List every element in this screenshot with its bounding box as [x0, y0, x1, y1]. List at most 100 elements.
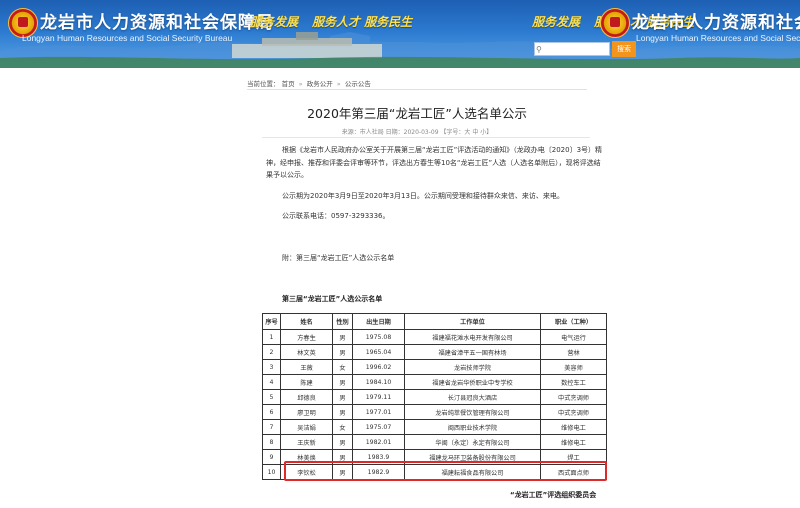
- table-cell: 男: [332, 434, 353, 450]
- table-cell: 8: [262, 434, 281, 450]
- table-cell: 龙岩纯萃餐饮管理有限公司: [404, 404, 541, 420]
- table-row: 10 李钦松男 1982.9 福建耘福食品有限公司 西式面点师: [262, 464, 607, 480]
- table-row: 3 王薇女 1996.02 龙岩技师学院 美容师: [262, 359, 607, 375]
- table-cell: 福建耘福食品有限公司: [404, 464, 541, 480]
- table-cell: 7: [262, 419, 281, 435]
- divider: [262, 137, 590, 138]
- table-cell: 营林: [540, 344, 607, 360]
- table-cell: 男: [332, 389, 353, 405]
- breadcrumb-prefix: 当前位置：: [247, 80, 280, 88]
- table-cell: 维修电工: [540, 434, 607, 450]
- contact-phone: 公示联系电话：0597-3293336。: [282, 212, 390, 220]
- breadcrumb: 当前位置： 首页 » 政务公开 » 公示公告: [247, 78, 371, 88]
- article-paragraph: 根据《龙岩市人民政府办公室关于开展第三届“龙岩工匠”评选活动的通知》（龙政办电〔…: [266, 146, 603, 179]
- table-row: 8 王庆新男 1982.01 华闽（永定）永定有限公司 维修电工: [262, 434, 607, 450]
- table-cell: 方春生: [280, 329, 333, 345]
- search-button[interactable]: 搜索: [612, 41, 636, 57]
- table-row: 1 方春生男 1975.08 福建福花滩水电开发有限公司 电气运行: [262, 329, 607, 345]
- table-cell: 9: [262, 449, 281, 465]
- table-cell: 廖卫明: [280, 404, 333, 420]
- table-row: 9 林美焕男 1983.9 福建龙马环卫装备股份有限公司 焊工: [262, 449, 607, 465]
- table-cell: 吴洁娟: [280, 419, 333, 435]
- slogan-left: 服务发展: [250, 15, 299, 29]
- column-header: 职业（工种）: [540, 313, 607, 330]
- table-cell: 1982.9: [352, 464, 405, 480]
- table-cell: 男: [332, 344, 353, 360]
- candidate-table: 序号 姓名 性别 出生日期 工作单位 职业（工种） 1 方春生男 1975.08 福建…: [262, 313, 607, 480]
- table-cell: 1996.02: [352, 359, 405, 375]
- table-cell: 5: [262, 389, 281, 405]
- table-row: 7 吴洁娟女 1975.07 闽西职业技术学院 维修电工: [262, 419, 607, 435]
- table-cell: 福建省漳平五一国有林场: [404, 344, 541, 360]
- table-title: 第三届“龙岩工匠”人选公示名单: [282, 295, 383, 303]
- table-cell: 电气运行: [540, 329, 607, 345]
- table-cell: 焊工: [540, 449, 607, 465]
- slogan-right: 服务人才 服务民生: [312, 15, 413, 29]
- table-cell: 10: [262, 464, 281, 480]
- table-cell: 长汀县冠良大酒店: [404, 389, 541, 405]
- breadcrumb-notices[interactable]: 公示公告: [345, 80, 371, 88]
- table-cell: 林文英: [280, 344, 333, 360]
- table-cell: 1979.11: [352, 389, 405, 405]
- table-cell: 邱德良: [280, 389, 333, 405]
- table-cell: 中式烹调师: [540, 404, 607, 420]
- table-cell: 1984.10: [352, 374, 405, 390]
- table-cell: 陈建: [280, 374, 333, 390]
- table-cell: 男: [332, 464, 353, 480]
- table-cell: 王庆新: [280, 434, 333, 450]
- article-paragraph: 公示期为2020年3月9日至2020年3月13日。公示期间受理和接待群众来信、来…: [282, 192, 564, 200]
- table-cell: 林美焕: [280, 449, 333, 465]
- article-title: 2020年第三届“龙岩工匠”人选名单公示: [307, 106, 527, 121]
- site-subtitle-repeat: Longyan Human Resources and Social Secur…: [636, 33, 800, 43]
- table-cell: 1: [262, 329, 281, 345]
- search-icon: ⚲: [536, 45, 542, 54]
- table-cell: 维修电工: [540, 419, 607, 435]
- breadcrumb-home[interactable]: 首页: [282, 80, 295, 88]
- table-cell: 2: [262, 344, 281, 360]
- table-cell: 福建龙马环卫装备股份有限公司: [404, 449, 541, 465]
- table-cell: 西式面点师: [540, 464, 607, 480]
- column-header: 出生日期: [352, 313, 405, 330]
- table-cell: 王薇: [280, 359, 333, 375]
- article-meta: 来源：市人社局 日期：2020-03-09 【字号：大 中 小】: [341, 129, 493, 136]
- table-cell: 数控车工: [540, 374, 607, 390]
- table-cell: 3: [262, 359, 281, 375]
- column-header: 姓名: [280, 313, 333, 330]
- table-header-row: 序号 姓名 性别 出生日期 工作单位 职业（工种）: [262, 313, 607, 330]
- table-cell: 1965.04: [352, 344, 405, 360]
- national-emblem-icon-repeat: [600, 8, 630, 38]
- search-input[interactable]: ⚲: [534, 42, 610, 56]
- table-cell: 女: [332, 419, 353, 435]
- site-subtitle: Longyan Human Resources and Social Secur…: [22, 33, 233, 43]
- site-title-repeat: 龙岩市人力资源和社会保障局: [632, 13, 800, 33]
- table-cell: 1977.01: [352, 404, 405, 420]
- table-cell: 福建福花滩水电开发有限公司: [404, 329, 541, 345]
- table-cell: 中式烹调师: [540, 389, 607, 405]
- slogan-left-repeat: 服务发展: [532, 15, 581, 29]
- breadcrumb-separator: »: [298, 80, 303, 88]
- table-cell: 1975.08: [352, 329, 405, 345]
- table-cell: 1982.01: [352, 434, 405, 450]
- signature: “龙岩工匠”评选组织委员会: [510, 491, 597, 499]
- column-header: 工作单位: [404, 313, 541, 330]
- table-cell: 男: [332, 449, 353, 465]
- table-row: 4 陈建男 1984.10 福建省龙岩华侨职业中专学校 数控车工: [262, 374, 607, 390]
- table-row: 6 廖卫明男 1977.01 龙岩纯萃餐饮管理有限公司 中式烹调师: [262, 404, 607, 420]
- table-cell: 女: [332, 359, 353, 375]
- header-banner: 龙岩市人力资源和社会保障局 Longyan Human Resources an…: [0, 0, 800, 68]
- table-cell: 1975.07: [352, 419, 405, 435]
- table-cell: 华闽（永定）永定有限公司: [404, 434, 541, 450]
- table-cell: 男: [332, 374, 353, 390]
- table-cell: 6: [262, 404, 281, 420]
- table-row: 2 林文英男 1965.04 福建省漳平五一国有林场 营林: [262, 344, 607, 360]
- table-cell: 美容师: [540, 359, 607, 375]
- table-cell: 1983.9: [352, 449, 405, 465]
- divider: [247, 89, 587, 90]
- breadcrumb-separator: »: [336, 80, 341, 88]
- table-cell: 闽西职业技术学院: [404, 419, 541, 435]
- column-header: 序号: [262, 313, 281, 330]
- table-cell: 4: [262, 374, 281, 390]
- site-title[interactable]: 龙岩市人力资源和社会保障局: [40, 8, 274, 33]
- breadcrumb-gov-affairs[interactable]: 政务公开: [307, 80, 333, 88]
- column-header: 性别: [332, 313, 353, 330]
